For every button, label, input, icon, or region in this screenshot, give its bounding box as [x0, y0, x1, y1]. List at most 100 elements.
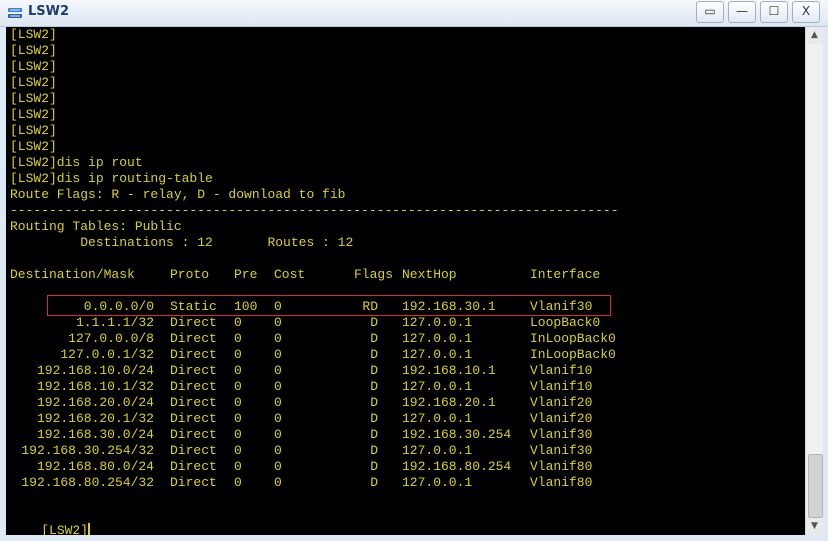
header-cost: Cost	[274, 267, 306, 282]
terminal-line: [LSW2]	[10, 123, 57, 138]
route-interface: Vlanif30	[530, 427, 593, 442]
route-destination: 192.168.10.0/24	[36, 363, 154, 378]
close-button[interactable]: X	[792, 1, 820, 23]
terminal-line: Destinations : 12 Routes : 12	[10, 235, 354, 250]
route-cost: 0	[274, 475, 282, 490]
title-bar[interactable]: LSW2 ▭ — ☐ X	[0, 0, 828, 27]
route-destination: 192.168.30.254/32	[21, 443, 154, 458]
route-destination: 192.168.10.1/32	[36, 379, 154, 394]
terminal-line: [LSW2]	[10, 59, 57, 74]
route-destination: 192.168.30.0/24	[36, 427, 154, 442]
route-flags: D	[370, 427, 378, 442]
route-pre: 0	[234, 331, 242, 346]
route-proto: Direct	[170, 379, 217, 394]
route-pre: 0	[234, 427, 242, 442]
route-flags: D	[370, 443, 378, 458]
route-interface: Vlanif80	[530, 475, 593, 490]
route-cost: 0	[274, 315, 282, 330]
switch-icon	[8, 8, 22, 18]
terminal-line: Routing Tables: Public	[10, 219, 182, 234]
route-nexthop: 192.168.30.254	[402, 427, 512, 442]
route-cost: 0	[274, 443, 282, 458]
route-row: 192.168.30.0/24 Direct 0 0 D 192.168.30.254 Vl…	[10, 427, 790, 443]
terminal-line: [LSW2]dis ip rout	[10, 155, 143, 170]
route-pre: 0	[234, 459, 242, 474]
window-frame-bottom	[0, 535, 828, 541]
route-destination: 192.168.20.0/24	[36, 395, 154, 410]
route-nexthop: 127.0.0.1	[402, 443, 473, 458]
route-nexthop: 127.0.0.1	[402, 331, 473, 346]
route-flags: RD	[362, 299, 378, 314]
route-flags: D	[370, 363, 378, 378]
route-row: 1.1.1.1/32 Direct 0 0 D 127.0.0.1 LoopBack0	[10, 315, 790, 331]
terminal-output[interactable]: [LSW2] [LSW2] [LSW2] [LSW2] [LSW2] [LSW2] [LSW…	[6, 27, 805, 535]
route-destination: 0.0.0.0/0	[83, 299, 154, 314]
route-nexthop: 127.0.0.1	[402, 315, 473, 330]
route-proto: Direct	[170, 427, 217, 442]
route-pre: 0	[234, 411, 242, 426]
route-flags: D	[370, 331, 378, 346]
route-cost: 0	[274, 427, 282, 442]
route-interface: Vlanif10	[530, 379, 593, 394]
route-interface: LoopBack0	[530, 315, 601, 330]
route-proto: Direct	[170, 395, 217, 410]
header-destination: Destination/Mask	[10, 267, 135, 282]
route-interface: Vlanif20	[530, 411, 593, 426]
route-cost: 0	[274, 411, 282, 426]
route-interface: Vlanif80	[530, 459, 593, 474]
route-row: 192.168.20.0/24 Direct 0 0 D 192.168.20.1 Vlan…	[10, 395, 790, 411]
vertical-scrollbar[interactable]: ▲ ▼	[805, 27, 823, 535]
route-row: 192.168.80.254/32 Direct 0 0 D 127.0.0.1 Vlani…	[10, 475, 790, 491]
command-prompt[interactable]: [LSW2]	[10, 507, 91, 535]
header-nexthop: NextHop	[402, 267, 457, 282]
route-interface: Vlanif10	[530, 363, 593, 378]
route-flags: D	[370, 379, 378, 394]
route-nexthop: 192.168.10.1	[402, 363, 496, 378]
route-proto: Direct	[170, 475, 217, 490]
route-pre: 0	[234, 379, 242, 394]
maximize-button[interactable]: ☐	[760, 1, 788, 23]
terminal-line: [LSW2]	[10, 91, 57, 106]
route-proto: Direct	[170, 315, 217, 330]
window-title: LSW2	[28, 4, 70, 19]
header-interface: Interface	[530, 267, 601, 282]
route-proto: Direct	[170, 331, 217, 346]
route-proto: Direct	[170, 443, 217, 458]
terminal-line: [LSW2]dis ip routing-table	[10, 171, 213, 186]
route-pre: 0	[234, 475, 242, 490]
terminal-line: Route Flags: R - relay, D - download to …	[10, 187, 346, 202]
route-cost: 0	[274, 395, 282, 410]
header-proto: Proto	[170, 267, 210, 282]
table-header: Destination/Mask Proto Pre Cost Flags Ne…	[10, 267, 600, 283]
route-nexthop: 192.168.30.1	[402, 299, 496, 314]
restore-frame-button[interactable]: ▭	[696, 1, 724, 23]
route-pre: 0	[234, 315, 242, 330]
route-flags: D	[370, 395, 378, 410]
route-flags: D	[370, 315, 378, 330]
route-pre: 0	[234, 443, 242, 458]
route-proto: Static	[170, 299, 217, 314]
route-row: 192.168.20.1/32 Direct 0 0 D 127.0.0.1 Vlanif2…	[10, 411, 790, 427]
terminal-line: [LSW2]	[10, 43, 57, 58]
terminal-line: [LSW2]	[10, 27, 57, 42]
route-interface: Vlanif30	[530, 443, 593, 458]
route-row: 127.0.0.0/8 Direct 0 0 D 127.0.0.1 InLoopBack0	[10, 331, 790, 347]
scrollbar-thumb[interactable]	[808, 454, 823, 518]
route-proto: Direct	[170, 363, 217, 378]
route-destination: 192.168.80.254/32	[21, 475, 154, 490]
scroll-up-button[interactable]: ▲	[806, 27, 823, 44]
route-destination: 192.168.20.1/32	[36, 411, 154, 426]
header-flags: Flags	[354, 267, 394, 282]
route-pre: 0	[234, 347, 242, 362]
route-row: 192.168.30.254/32 Direct 0 0 D 127.0.0.1 Vlani…	[10, 443, 790, 459]
route-interface: Vlanif20	[530, 395, 593, 410]
scroll-down-button[interactable]: ▼	[806, 518, 823, 535]
route-row: 192.168.10.1/32 Direct 0 0 D 127.0.0.1 Vlanif1…	[10, 379, 790, 395]
route-nexthop: 192.168.20.1	[402, 395, 496, 410]
minimize-button[interactable]: —	[728, 1, 756, 23]
route-nexthop: 127.0.0.1	[402, 411, 473, 426]
route-cost: 0	[274, 379, 282, 394]
route-proto: Direct	[170, 347, 217, 362]
route-pre: 0	[234, 363, 242, 378]
route-cost: 0	[274, 363, 282, 378]
